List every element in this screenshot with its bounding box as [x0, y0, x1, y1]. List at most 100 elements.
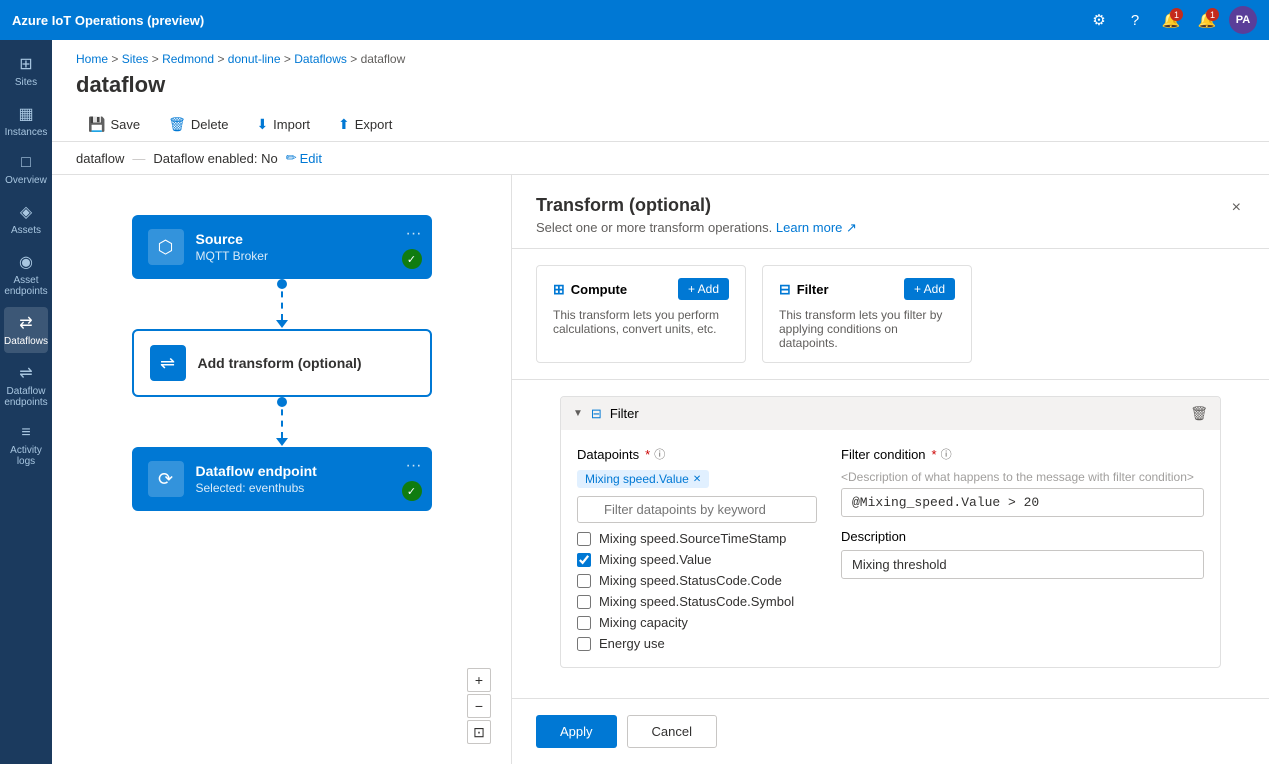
dataflow-endpoints-icon: ⇌ — [19, 363, 32, 383]
delete-button[interactable]: 🗑 Delete — [156, 110, 240, 141]
datapoints-search-input[interactable] — [577, 496, 817, 523]
endpoint-node[interactable]: ⟳ Dataflow endpoint Selected: eventhubs … — [132, 447, 432, 511]
filter-section-icon: ⊟ — [591, 406, 602, 422]
connector-1 — [276, 279, 288, 329]
sidebar-item-sites[interactable]: ⊞ Sites — [4, 48, 48, 94]
checkbox-item-4: Mixing speed.StatusCode.Symbol — [577, 594, 817, 609]
description-input[interactable] — [841, 550, 1204, 579]
breadcrumb-donut-line[interactable]: donut-line — [228, 52, 281, 66]
filter-card-icon: ⊟ — [779, 281, 791, 298]
breadcrumb-redmond[interactable]: Redmond — [162, 52, 214, 66]
save-button[interactable]: 💾 Save — [76, 110, 152, 141]
panel-close-button[interactable]: × — [1228, 195, 1245, 221]
filter-section: ▼ ⊟ Filter 🗑 Datapoints — [560, 396, 1221, 668]
breadcrumb-sites[interactable]: Sites — [122, 52, 149, 66]
checkbox-energy-use[interactable] — [577, 637, 591, 651]
panel-title: Transform (optional) — [536, 195, 857, 216]
tag-remove-button[interactable]: ✕ — [693, 474, 701, 485]
apply-button[interactable]: Apply — [536, 715, 617, 748]
import-button[interactable]: ⬇ Import — [244, 110, 322, 141]
sidebar-item-dataflow-endpoints[interactable]: ⇌ Dataflow endpoints — [4, 357, 48, 414]
source-node-menu[interactable]: ··· — [406, 225, 422, 243]
source-node[interactable]: ⬡ Source MQTT Broker ··· ✓ — [132, 215, 432, 279]
connector-dot-top-2 — [277, 397, 287, 407]
sidebar-item-assets[interactable]: ◈ Assets — [4, 196, 48, 242]
cancel-button[interactable]: Cancel — [627, 715, 717, 748]
source-node-info: Source MQTT Broker — [196, 231, 416, 263]
zoom-reset-button[interactable]: ⊡ — [467, 720, 491, 744]
checkbox-mixing-statuscode-code[interactable] — [577, 574, 591, 588]
sidebar-item-label: Asset endpoints — [4, 275, 47, 297]
checkbox-mixing-statuscode-symbol[interactable] — [577, 595, 591, 609]
checkbox-label-4[interactable]: Mixing speed.StatusCode.Symbol — [599, 594, 794, 609]
breadcrumb-dataflows[interactable]: Dataflows — [294, 52, 347, 66]
checkbox-mixing-capacity[interactable] — [577, 616, 591, 630]
checkbox-label-3[interactable]: Mixing speed.StatusCode.Code — [599, 573, 782, 588]
canvas-controls: + − ⊡ — [467, 668, 491, 744]
chevron-icon[interactable]: ▼ — [573, 408, 583, 419]
compute-add-button[interactable]: + Add — [678, 278, 729, 300]
filter-add-button[interactable]: + Add — [904, 278, 955, 300]
sidebar-item-overview[interactable]: □ Overview — [4, 148, 48, 192]
settings-icon[interactable]: ⚙ — [1085, 6, 1113, 34]
breadcrumb-home[interactable]: Home — [76, 52, 108, 66]
source-node-status: ✓ — [402, 249, 422, 269]
datapoints-label: Datapoints * ⓘ — [577, 446, 817, 462]
selected-datapoint-tag: Mixing speed.Value ✕ — [577, 470, 709, 488]
sidebar-item-asset-endpoints[interactable]: ◉ Asset endpoints — [4, 246, 48, 303]
endpoint-node-status: ✓ — [402, 481, 422, 501]
help-icon[interactable]: ? — [1121, 6, 1149, 34]
sidebar-item-activity-logs[interactable]: ≡ Activity logs — [4, 418, 48, 473]
sidebar-item-label: Assets — [11, 225, 41, 236]
zoom-in-button[interactable]: + — [467, 668, 491, 692]
sidebar-item-instances[interactable]: ▦ Instances — [4, 98, 48, 144]
connector-arrow-2 — [276, 438, 288, 446]
checkbox-item-2: Mixing speed.Value — [577, 552, 817, 567]
user-avatar[interactable]: PA — [1229, 6, 1257, 34]
panel-header-text: Transform (optional) Select one or more … — [536, 195, 857, 236]
filter-delete-button[interactable]: 🗑 — [1190, 405, 1208, 422]
app-layout: ⊞ Sites ▦ Instances □ Overview ◈ Assets … — [0, 40, 1269, 764]
export-button[interactable]: ⬆ Export — [326, 110, 404, 141]
source-node-icon: ⬡ — [148, 229, 184, 265]
search-wrap — [577, 496, 817, 523]
sidebar-item-label: Activity logs — [8, 445, 44, 467]
endpoint-node-title: Dataflow endpoint — [196, 463, 416, 479]
condition-column: Filter condition * ⓘ <Description of wha… — [841, 446, 1204, 651]
checkbox-mixing-source-timestamp[interactable] — [577, 532, 591, 546]
learn-more-link[interactable]: Learn more ↗ — [776, 220, 857, 235]
transform-node[interactable]: ⇌ Add transform (optional) — [132, 329, 432, 397]
checkbox-mixing-value[interactable] — [577, 553, 591, 567]
breadcrumb-current: dataflow — [361, 52, 406, 66]
checkbox-item-6: Energy use — [577, 636, 817, 651]
zoom-out-button[interactable]: − — [467, 694, 491, 718]
canvas-nodes: ⬡ Source MQTT Broker ··· ✓ — [52, 195, 511, 531]
toolbar: 💾 Save 🗑 Delete ⬇ Import ⬆ Export — [76, 110, 1245, 141]
filter-condition-input[interactable] — [841, 488, 1204, 517]
checkbox-label-6[interactable]: Energy use — [599, 636, 665, 651]
endpoint-node-menu[interactable]: ··· — [406, 457, 422, 475]
filter-section-wrapper: ▼ ⊟ Filter 🗑 Datapoints — [512, 380, 1269, 684]
filter-section-header: ▼ ⊟ Filter 🗑 — [561, 397, 1220, 430]
checkbox-label-5[interactable]: Mixing capacity — [599, 615, 688, 630]
sidebar-item-dataflows[interactable]: ⇄ Dataflows — [4, 307, 48, 353]
transform-node-icon: ⇌ — [150, 345, 186, 381]
filter-desc: This transform lets you filter by applyi… — [779, 308, 955, 350]
compute-card-title: ⊞ Compute — [553, 281, 627, 298]
edit-link[interactable]: ✏ Edit — [286, 150, 322, 166]
panel-header: Transform (optional) Select one or more … — [512, 175, 1269, 249]
transform-options: ⊞ Compute + Add This transform lets you … — [512, 249, 1269, 380]
source-node-subtitle: MQTT Broker — [196, 249, 416, 263]
checkbox-item-5: Mixing capacity — [577, 615, 817, 630]
endpoint-node-subtitle: Selected: eventhubs — [196, 481, 416, 495]
connector-2 — [276, 397, 288, 447]
checkbox-label-1[interactable]: Mixing speed.SourceTimeStamp — [599, 531, 786, 546]
compute-card: ⊞ Compute + Add This transform lets you … — [536, 265, 746, 363]
bell-icon[interactable]: 🔔 1 — [1193, 6, 1221, 34]
export-icon: ⬆ — [338, 116, 350, 133]
status-name: dataflow — [76, 151, 124, 166]
checkbox-label-2[interactable]: Mixing speed.Value — [599, 552, 712, 567]
condition-placeholder: <Description of what happens to the mess… — [841, 470, 1204, 484]
notification-alert-icon[interactable]: 🔔 1 — [1157, 6, 1185, 34]
filter-body: Datapoints * ⓘ Mixing speed.Value ✕ — [561, 430, 1220, 667]
